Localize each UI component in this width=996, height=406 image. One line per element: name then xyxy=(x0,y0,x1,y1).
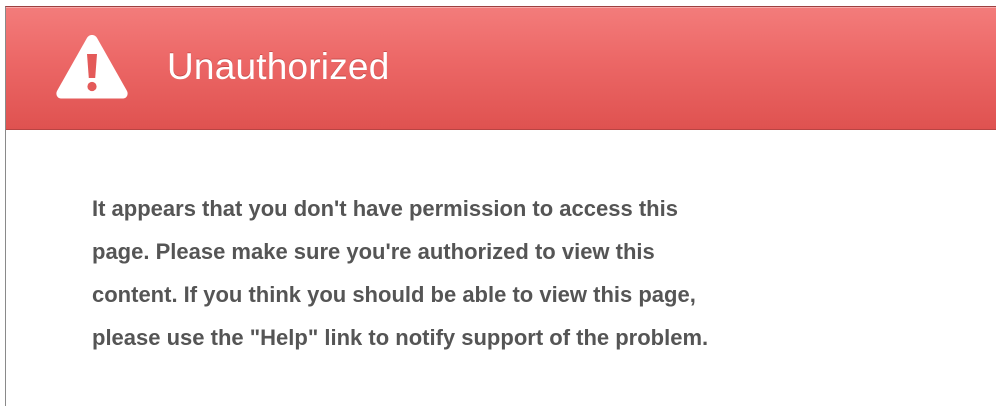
message-line: page. Please make sure you're authorized… xyxy=(92,239,655,264)
error-message: It appears that you don't have permissio… xyxy=(92,187,912,359)
message-line: It appears that you don't have permissio… xyxy=(92,196,678,221)
page-title: Unauthorized xyxy=(167,46,390,87)
warning-triangle-icon xyxy=(56,35,128,99)
message-line: content. If you think you should be able… xyxy=(92,282,696,307)
message-line: please use the "Help" link to notify sup… xyxy=(92,325,709,350)
error-header: Unauthorized xyxy=(6,7,996,130)
unauthorized-panel: Unauthorized It appears that you don't h… xyxy=(5,6,996,406)
